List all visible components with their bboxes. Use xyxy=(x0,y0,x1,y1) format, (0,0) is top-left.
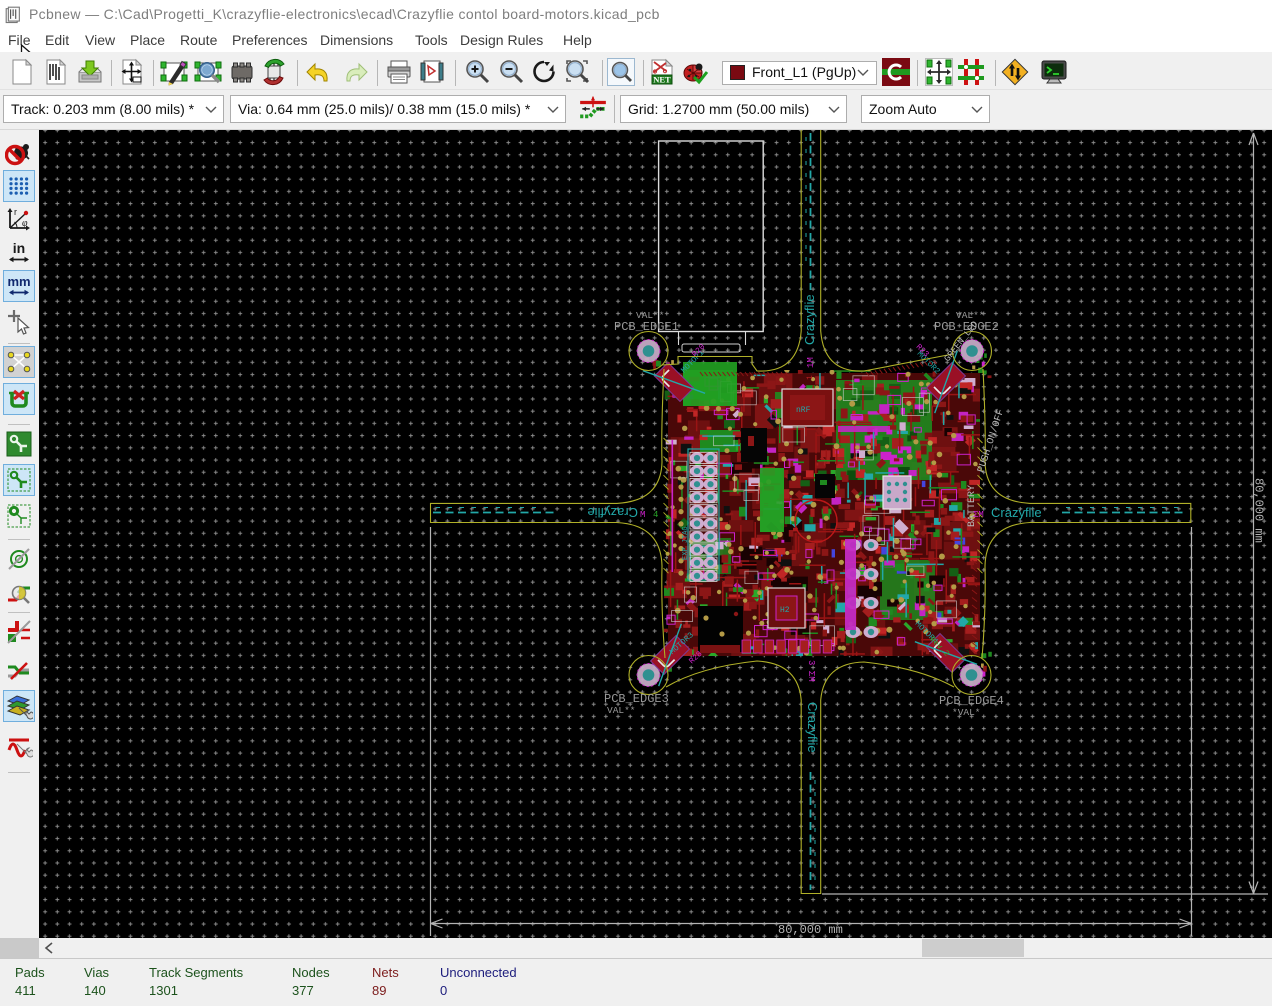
svg-text:Crazyflie: Crazyflie xyxy=(805,702,820,753)
svg-text:Crazyflie: Crazyflie xyxy=(587,505,638,520)
svg-text:r: r xyxy=(14,207,17,217)
svg-text:1: 1 xyxy=(806,375,815,380)
svg-text:PCB_EDGE4: PCB_EDGE4 xyxy=(939,694,1004,708)
svg-text:H2: H2 xyxy=(780,606,790,615)
svg-text:Crazyflie: Crazyflie xyxy=(991,505,1042,520)
svg-text:Crazyflie: Crazyflie xyxy=(802,294,817,345)
svg-text:4: 4 xyxy=(653,510,658,520)
svg-text:*VAL*: *VAL* xyxy=(952,707,981,718)
svg-text:M: M xyxy=(640,510,645,520)
svg-text:nRF: nRF xyxy=(796,406,811,415)
svg-text:PCB_EDGE1: PCB_EDGE1 xyxy=(614,320,679,334)
svg-text:NET: NET xyxy=(653,75,671,85)
svg-text:mm: mm xyxy=(7,274,30,289)
svg-text:80,000 mm: 80,000 mm xyxy=(778,923,843,937)
svg-text:1M: 1M xyxy=(806,357,816,368)
svg-text:in: in xyxy=(13,240,25,256)
svg-text:VAL**: VAL** xyxy=(607,705,636,716)
svg-text:3 ΣM: 3 ΣM xyxy=(806,660,816,682)
svg-text:BATTERY: BATTERY xyxy=(967,485,978,527)
svg-text:EXP JTAG: EXP JTAG xyxy=(682,526,690,560)
svg-text:φ: φ xyxy=(22,218,28,229)
svg-text:PCB_EDGE3: PCB_EDGE3 xyxy=(604,692,669,706)
svg-text:80,000 mm: 80,000 mm xyxy=(1252,478,1266,543)
